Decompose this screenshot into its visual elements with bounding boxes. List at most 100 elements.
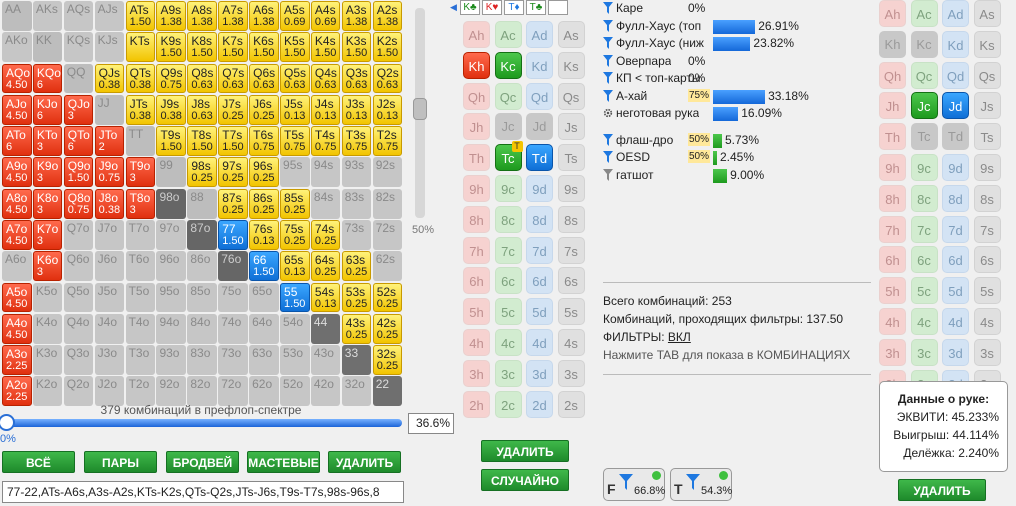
- matrix-cell[interactable]: J5o: [94, 282, 125, 313]
- card-kd[interactable]: Kd: [526, 51, 553, 79]
- card-8h[interactable]: 8h: [463, 205, 490, 233]
- matrix-cell[interactable]: AJo 4.50: [2, 94, 32, 125]
- card-8d[interactable]: 8d: [942, 184, 969, 212]
- matrix-cell[interactable]: A5o 4.50: [2, 282, 32, 313]
- card-5s[interactable]: 5s: [973, 277, 1001, 305]
- pairs-button[interactable]: ПАРЫ: [84, 451, 157, 473]
- matrix-cell[interactable]: J9o 0.75: [94, 157, 125, 188]
- card-qh[interactable]: Qh: [463, 82, 490, 110]
- matrix-cell[interactable]: KQs: [63, 32, 94, 63]
- matrix-cell[interactable]: T2o: [125, 376, 156, 407]
- card-jd[interactable]: Jd: [942, 92, 969, 120]
- matrix-cell[interactable]: J2o: [94, 376, 125, 407]
- delete-range-button[interactable]: УДАЛИТЬ: [328, 451, 401, 473]
- board-random-button[interactable]: СЛУЧАЙНО: [481, 469, 569, 491]
- matrix-cell[interactable]: 84o: [187, 313, 217, 344]
- card-jh[interactable]: Jh: [463, 113, 490, 141]
- matrix-cell[interactable]: T3o: [125, 345, 156, 375]
- matrix-cell[interactable]: 72o: [218, 376, 248, 407]
- stat-row[interactable]: Фулл-Хаус (ниж 23.82%: [603, 35, 875, 53]
- matrix-cell[interactable]: K8s 1.50: [187, 32, 217, 63]
- matrix-cell[interactable]: 87s 0.25: [218, 188, 248, 219]
- card-7d[interactable]: 7d: [526, 236, 553, 264]
- board-slot[interactable]: T♦: [504, 0, 524, 15]
- card-4h[interactable]: 4h: [879, 307, 906, 335]
- matrix-cell[interactable]: 44: [310, 313, 341, 344]
- card-4c[interactable]: 4c: [494, 328, 522, 356]
- matrix-cell[interactable]: 94s: [310, 157, 341, 188]
- matrix-cell[interactable]: 75o: [218, 282, 248, 313]
- matrix-cell[interactable]: 75s 0.25: [280, 219, 310, 250]
- card-ah[interactable]: Ah: [879, 0, 906, 27]
- matrix-cell[interactable]: A7o 4.50: [2, 219, 32, 250]
- matrix-cell[interactable]: K9o 3: [32, 157, 63, 188]
- card-5c[interactable]: 5c: [494, 298, 522, 326]
- matrix-cell[interactable]: 97o: [156, 219, 186, 250]
- matrix-cell[interactable]: 62s: [372, 251, 403, 282]
- matrix-cell[interactable]: 74s 0.25: [310, 219, 341, 250]
- matrix-cell[interactable]: J3s 0.13: [341, 94, 372, 125]
- card-3c[interactable]: 3c: [494, 359, 522, 387]
- card-qs[interactable]: Qs: [973, 61, 1001, 89]
- card-qd[interactable]: Qd: [942, 61, 969, 89]
- matrix-cell[interactable]: 95o: [156, 282, 186, 313]
- card-3h[interactable]: 3h: [879, 338, 906, 366]
- stat-row[interactable]: неготовая рука 16.09%: [603, 105, 875, 123]
- matrix-cell[interactable]: K4o: [32, 313, 63, 344]
- matrix-cell[interactable]: 94o: [156, 313, 186, 344]
- matrix-cell[interactable]: 92s: [372, 157, 403, 188]
- stat-row[interactable]: Фулл-Хаус (топ 26.91%: [603, 18, 875, 36]
- matrix-cell[interactable]: AQo 4.50: [2, 63, 32, 94]
- matrix-cell[interactable]: 97s 0.25: [218, 157, 248, 188]
- matrix-cell[interactable]: K6o 3: [32, 251, 63, 282]
- matrix-cell[interactable]: T3s 0.75: [341, 126, 372, 157]
- card-8s[interactable]: 8s: [973, 184, 1001, 212]
- matrix-cell[interactable]: Q4o: [63, 313, 94, 344]
- card-9h[interactable]: 9h: [879, 153, 906, 181]
- matrix-cell[interactable]: A6o: [2, 251, 32, 282]
- matrix-cell[interactable]: K6s 1.50: [249, 32, 279, 63]
- card-jc[interactable]: Jc: [494, 113, 522, 141]
- card-6c[interactable]: 6c: [494, 267, 522, 295]
- card-8s[interactable]: 8s: [557, 205, 585, 233]
- matrix-cell[interactable]: KK: [32, 32, 63, 63]
- card-ks[interactable]: Ks: [973, 30, 1001, 58]
- card-qd[interactable]: Qd: [526, 82, 553, 110]
- matrix-cell[interactable]: 83s: [341, 188, 372, 219]
- card-9c[interactable]: 9c: [910, 153, 938, 181]
- card-8d[interactable]: 8d: [526, 205, 553, 233]
- matrix-cell[interactable]: 53o: [280, 345, 310, 375]
- matrix-cell[interactable]: AKs: [32, 1, 63, 31]
- card-6d[interactable]: 6d: [526, 267, 553, 295]
- matrix-cell[interactable]: 98o: [156, 188, 186, 219]
- card-6c[interactable]: 6c: [910, 246, 938, 274]
- matrix-cell[interactable]: 76s 0.13: [249, 219, 279, 250]
- matrix-cell[interactable]: Q6s 0.63: [249, 63, 279, 94]
- card-7c[interactable]: 7c: [910, 215, 938, 243]
- card-ad[interactable]: Ad: [942, 0, 969, 27]
- card-7s[interactable]: 7s: [557, 236, 585, 264]
- card-6h[interactable]: 6h: [463, 267, 490, 295]
- matrix-cell[interactable]: T6o: [125, 251, 156, 282]
- card-ks[interactable]: Ks: [557, 51, 585, 79]
- matrix-cell[interactable]: 92o: [156, 376, 186, 407]
- range-percent-input[interactable]: 36.6%: [408, 413, 454, 434]
- matrix-cell[interactable]: 93s: [341, 157, 372, 188]
- card-tc[interactable]: Tc: [910, 123, 938, 151]
- card-5c[interactable]: 5c: [910, 277, 938, 305]
- matrix-cell[interactable]: KTo 3: [32, 126, 63, 157]
- card-5d[interactable]: 5d: [942, 277, 969, 305]
- board-delete-button[interactable]: УДАЛИТЬ: [481, 440, 569, 462]
- stat-row[interactable]: флаш-дро 50% 5.73%: [603, 132, 875, 150]
- matrix-cell[interactable]: QTs 0.38: [125, 63, 156, 94]
- matrix-cell[interactable]: 42o: [310, 376, 341, 407]
- card-6h[interactable]: 6h: [879, 246, 906, 274]
- card-ac[interactable]: Ac: [494, 21, 522, 48]
- matrix-cell[interactable]: A2o 2.25: [2, 376, 32, 407]
- matrix-cell[interactable]: Q3o: [63, 345, 94, 375]
- card-8c[interactable]: 8c: [494, 205, 522, 233]
- matrix-cell[interactable]: Q4s 0.63: [310, 63, 341, 94]
- matrix-cell[interactable]: KTs: [125, 32, 156, 63]
- matrix-cell[interactable]: K5o: [32, 282, 63, 313]
- card-as[interactable]: As: [557, 21, 585, 48]
